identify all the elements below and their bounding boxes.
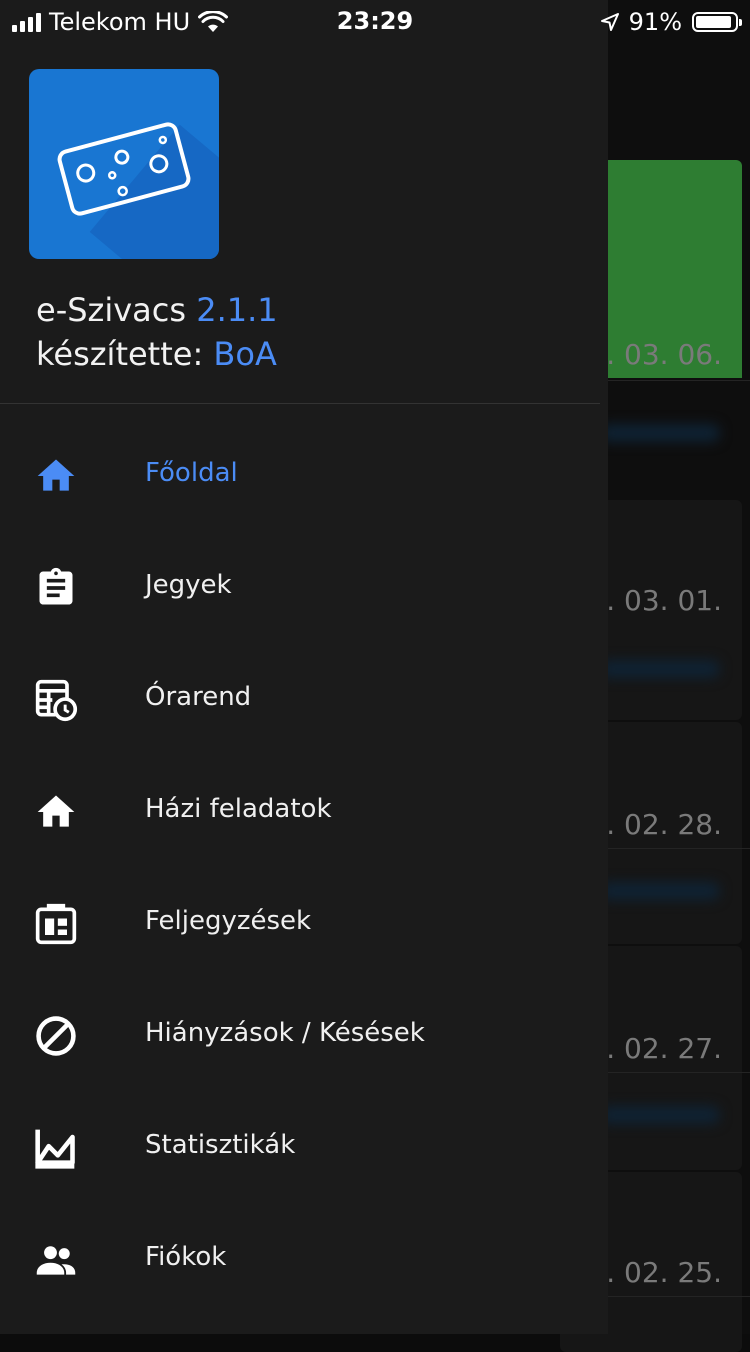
menu-item-accounts[interactable]: Fiókok: [0, 1204, 608, 1316]
author-prefix: készítette:: [36, 335, 204, 373]
card-link: [600, 660, 720, 678]
menu-item-label: Fiókok: [145, 1242, 227, 1272]
drawer-divider: [0, 403, 600, 404]
drawer-menu: Főoldal Jegyek Órarend Házi feladatok Fe…: [0, 420, 608, 1316]
menu-item-label: Főoldal: [145, 458, 238, 488]
menu-item-timetable[interactable]: Órarend: [0, 644, 608, 756]
menu-item-label: Órarend: [145, 682, 252, 712]
status-right: 91%: [600, 8, 742, 36]
app-version: 2.1.1: [196, 291, 278, 329]
author-link[interactable]: BoA: [213, 335, 276, 373]
menu-item-notes[interactable]: Feljegyzések: [0, 868, 608, 980]
status-bar: Telekom HU 23:29 91%: [0, 0, 750, 40]
menu-item-statistics[interactable]: Statisztikák: [0, 1092, 608, 1204]
notes-board-icon: [35, 903, 77, 945]
block-icon: [36, 1016, 76, 1056]
location-arrow-icon: [600, 13, 619, 31]
card-date: 9. 03. 06.: [588, 338, 722, 371]
navigation-drawer: e-Szivacs 2.1.1 készítette: BoA Főoldal …: [0, 0, 608, 1334]
card-date: 9. 02. 25.: [588, 1256, 722, 1289]
people-icon: [36, 1246, 76, 1275]
menu-item-homework[interactable]: Házi feladatok: [0, 756, 608, 868]
menu-item-label: Feljegyzések: [145, 906, 312, 936]
clipboard-icon: [39, 567, 73, 605]
home-icon: [37, 795, 75, 827]
menu-item-label: Hiányzások / Késések: [145, 1018, 425, 1048]
card-link: [600, 1106, 720, 1124]
app-info: e-Szivacs 2.1.1 készítette: BoA: [36, 288, 278, 376]
battery-icon: [692, 12, 742, 32]
card-date: 9. 02. 27.: [588, 1032, 722, 1065]
menu-item-label: Jegyek: [145, 570, 232, 600]
app-name-line: e-Szivacs 2.1.1: [36, 288, 278, 332]
menu-item-label: Statisztikák: [145, 1130, 296, 1160]
menu-item-label: Házi feladatok: [145, 794, 332, 824]
schedule-icon: [35, 679, 78, 722]
menu-item-grades[interactable]: Jegyek: [0, 532, 608, 644]
card-link: [600, 424, 720, 442]
app-logo: [29, 69, 219, 259]
chart-icon: [35, 1129, 75, 1169]
menu-item-absences[interactable]: Hiányzások / Késések: [0, 980, 608, 1092]
home-icon: [37, 459, 75, 491]
author-line: készítette: BoA: [36, 332, 278, 376]
card-link: [600, 882, 720, 900]
app-name: e-Szivacs: [36, 291, 187, 329]
menu-item-home[interactable]: Főoldal: [0, 420, 608, 532]
card-date: 9. 02. 28.: [588, 808, 722, 841]
battery-percent: 91%: [628, 8, 682, 36]
